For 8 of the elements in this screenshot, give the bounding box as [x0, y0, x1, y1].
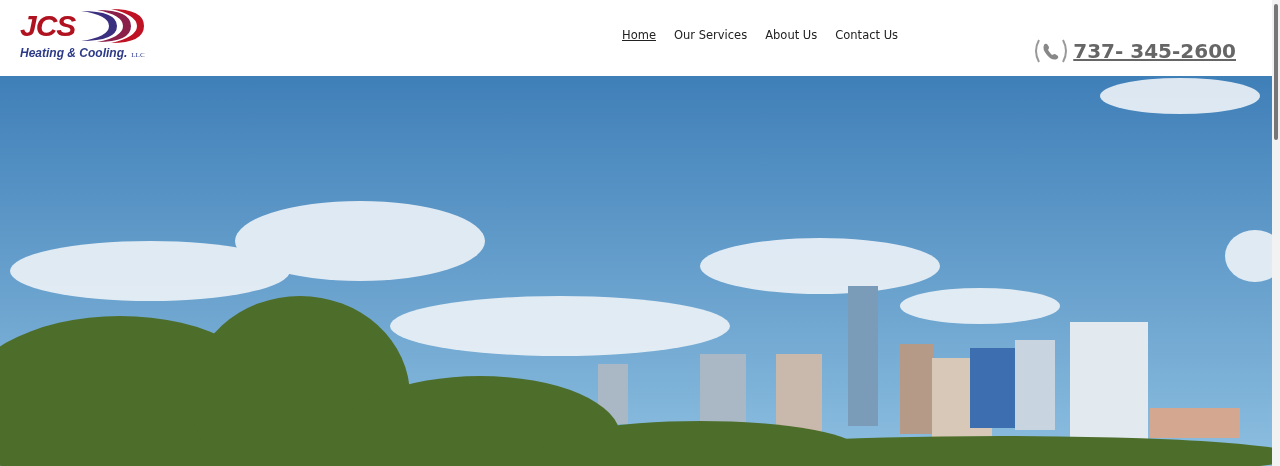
- nav-link[interactable]: Contact Us: [835, 28, 899, 42]
- logo-tagline: Heating & Cooling.: [20, 46, 128, 60]
- scrollbar[interactable]: [1272, 0, 1280, 466]
- nav-link[interactable]: Home: [622, 28, 656, 42]
- phone-link[interactable]: 737- 345-2600: [1073, 39, 1236, 63]
- nav-link[interactable]: About Us: [765, 28, 818, 42]
- nav-link[interactable]: Our Services: [673, 28, 748, 42]
- logo-wordmark: JCS: [20, 10, 76, 42]
